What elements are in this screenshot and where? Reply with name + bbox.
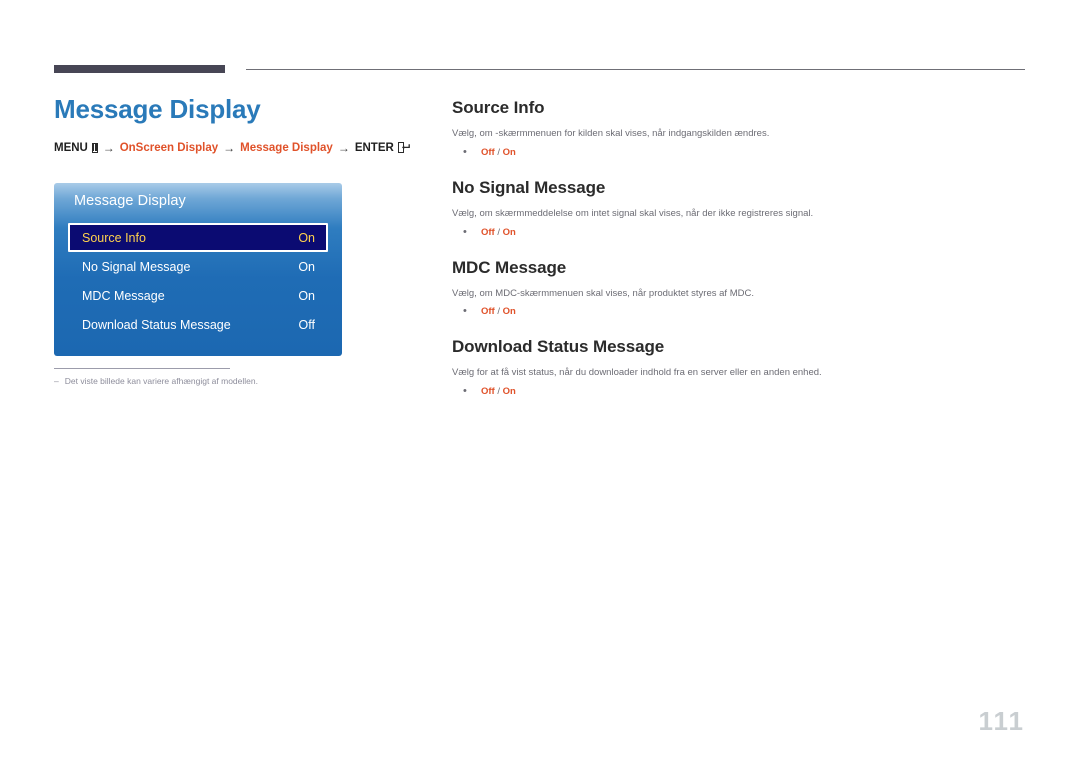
bullet-dot-icon: • bbox=[463, 385, 467, 398]
section-options: • Off / On bbox=[452, 385, 1027, 398]
section-description: Vælg for at få vist status, når du downl… bbox=[452, 367, 822, 379]
breadcrumb: MENU → OnScreen Display → Message Displa… bbox=[54, 140, 410, 155]
section-description: Vælg, om MDC-skærmmenuen skal vises, når… bbox=[452, 287, 754, 299]
option-off[interactable]: Off bbox=[481, 147, 495, 158]
breadcrumb-step-onscreen-display[interactable]: OnScreen Display bbox=[120, 142, 218, 154]
option-on[interactable]: On bbox=[503, 386, 516, 397]
osd-row-source-info[interactable]: Source Info On bbox=[68, 223, 328, 252]
header-rule-thick bbox=[54, 65, 225, 73]
section-description: Vælg, om skærmmeddelelse om intet signal… bbox=[452, 207, 814, 219]
option-off[interactable]: Off bbox=[481, 306, 495, 317]
section-description: Vælg, om -skærmmenuen for kilden skal vi… bbox=[452, 128, 770, 139]
osd-row-value: On bbox=[298, 259, 315, 274]
breadcrumb-arrow-1: → bbox=[102, 140, 115, 155]
osd-menu-list: Source Info On No Signal Message On MDC … bbox=[68, 223, 328, 339]
section-title: MDC Message bbox=[452, 257, 567, 277]
osd-panel-title: Message Display bbox=[74, 193, 186, 209]
section-no-signal-message: No Signal Message Vælg, om skærmmeddelel… bbox=[452, 178, 1027, 238]
breadcrumb-arrow-2: → bbox=[223, 140, 236, 155]
section-title: Download Status Message bbox=[452, 337, 665, 357]
option-list: Off / On bbox=[481, 227, 516, 238]
footnote-dash: – bbox=[54, 376, 59, 386]
section-options: • Off / On bbox=[452, 225, 1027, 238]
option-list: Off / On bbox=[481, 306, 516, 317]
option-on[interactable]: On bbox=[503, 227, 516, 238]
section-options: • Off / On bbox=[452, 145, 1027, 158]
bullet-dot-icon: • bbox=[463, 225, 467, 238]
osd-row-label: Source Info bbox=[82, 230, 146, 245]
section-title: No Signal Message bbox=[452, 177, 606, 197]
page-number: 111 bbox=[978, 706, 1025, 736]
section-title: Source Info bbox=[452, 98, 545, 117]
footnote-rule bbox=[54, 368, 230, 369]
option-separator: / bbox=[494, 386, 503, 398]
breadcrumb-arrow-3: → bbox=[337, 140, 350, 155]
enter-return-icon bbox=[397, 142, 410, 154]
page-title: Message Display bbox=[54, 94, 261, 124]
header-rule-thin bbox=[246, 69, 1025, 70]
footnote-text: – Det viste billede kan variere afhængig… bbox=[54, 376, 354, 386]
footnote-block: – Det viste billede kan variere afhængig… bbox=[54, 368, 354, 386]
section-mdc-message: MDC Message Vælg, om MDC-skærmmenuen ska… bbox=[452, 258, 1027, 318]
osd-row-value: Off bbox=[298, 317, 315, 332]
footnote-body: Det viste billede kan variere afhængigt … bbox=[64, 376, 258, 386]
osd-row-download-status-message[interactable]: Download Status Message Off bbox=[68, 310, 328, 339]
breadcrumb-menu-label: MENU bbox=[54, 141, 88, 154]
osd-row-value: On bbox=[298, 288, 315, 303]
option-separator: / bbox=[494, 146, 503, 158]
osd-row-label: No Signal Message bbox=[82, 259, 191, 274]
menu-grid-icon bbox=[91, 142, 98, 153]
osd-row-label: MDC Message bbox=[82, 288, 165, 303]
osd-row-mdc-message[interactable]: MDC Message On bbox=[68, 281, 328, 310]
osd-menu-panel: Message Display Source Info On No Signal… bbox=[54, 183, 342, 356]
section-source-info: Source Info Vælg, om -skærmmenuen for ki… bbox=[452, 98, 1027, 158]
option-off[interactable]: Off bbox=[481, 386, 495, 397]
right-column: Source Info Vælg, om -skærmmenuen for ki… bbox=[452, 98, 1027, 397]
option-list: Off / On bbox=[481, 147, 516, 158]
breadcrumb-enter-label: ENTER bbox=[354, 141, 394, 154]
osd-row-value: On bbox=[298, 230, 315, 245]
section-download-status-message: Download Status Message Vælg for at få v… bbox=[452, 337, 1027, 397]
option-separator: / bbox=[494, 306, 503, 318]
section-options: • Off / On bbox=[452, 305, 1027, 318]
left-column: Message Display MENU → OnScreen Display … bbox=[54, 94, 410, 155]
breadcrumb-step-message-display[interactable]: Message Display bbox=[240, 142, 333, 154]
option-separator: / bbox=[494, 226, 503, 238]
osd-row-no-signal-message[interactable]: No Signal Message On bbox=[68, 252, 328, 281]
option-list: Off / On bbox=[481, 386, 516, 397]
osd-row-label: Download Status Message bbox=[82, 317, 231, 332]
option-off[interactable]: Off bbox=[481, 227, 495, 238]
bullet-dot-icon: • bbox=[463, 305, 467, 318]
option-on[interactable]: On bbox=[503, 147, 516, 158]
bullet-dot-icon: • bbox=[463, 145, 467, 158]
option-on[interactable]: On bbox=[503, 306, 516, 317]
